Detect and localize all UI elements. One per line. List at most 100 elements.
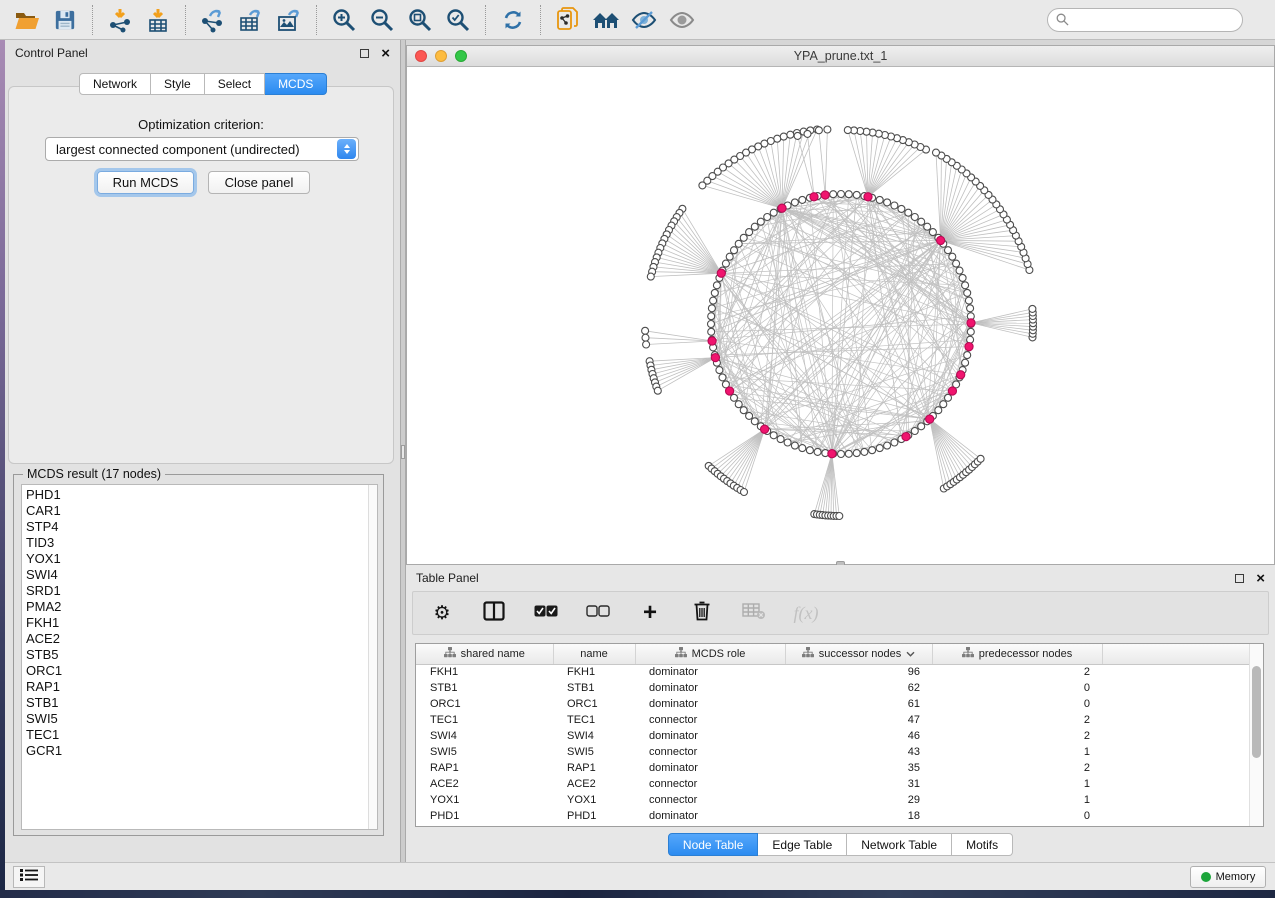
float-panel-icon[interactable] <box>360 49 369 58</box>
table-cell[interactable]: ORC1 <box>416 696 553 712</box>
table-row[interactable]: STB1STB1dominator620 <box>416 680 1251 696</box>
table-row[interactable]: ORC1ORC1dominator610 <box>416 696 1251 712</box>
run-mcds-button[interactable]: Run MCDS <box>97 171 194 194</box>
refresh-button[interactable] <box>494 5 532 35</box>
table-cell[interactable] <box>1102 696 1251 712</box>
table-scrollbar-thumb[interactable] <box>1252 666 1261 758</box>
task-history-button[interactable] <box>13 866 45 888</box>
table-cell[interactable]: ACE2 <box>553 776 635 792</box>
table-cell[interactable]: 35 <box>785 760 932 776</box>
mcds-result-item[interactable]: STB1 <box>26 695 368 711</box>
table-row[interactable]: SWI4SWI4dominator462 <box>416 728 1251 744</box>
save-session-button[interactable] <box>46 5 84 35</box>
delete-columns-button[interactable] <box>689 600 715 626</box>
table-cell[interactable]: 1 <box>932 792 1102 808</box>
mcds-result-item[interactable]: PHD1 <box>26 487 368 503</box>
table-cell[interactable]: SWI5 <box>553 744 635 760</box>
table-cell[interactable]: TEC1 <box>553 712 635 728</box>
select-all-rows-button[interactable] <box>533 600 559 626</box>
open-file-button[interactable] <box>8 5 46 35</box>
table-cell[interactable]: SWI4 <box>553 728 635 744</box>
mcds-result-item[interactable]: TEC1 <box>26 727 368 743</box>
table-cell[interactable]: 2 <box>932 728 1102 744</box>
table-cell[interactable]: 18 <box>785 808 932 824</box>
table-cell[interactable]: PHD1 <box>553 808 635 824</box>
close-panel-button[interactable]: Close panel <box>208 171 310 194</box>
table-cell[interactable]: 29 <box>785 792 932 808</box>
table-cell[interactable]: connector <box>635 712 785 728</box>
table-cell[interactable]: 0 <box>932 808 1102 824</box>
close-panel-icon[interactable]: × <box>381 46 390 61</box>
table-cell[interactable] <box>1102 728 1251 744</box>
table-cell[interactable]: 0 <box>932 680 1102 696</box>
table-cell[interactable] <box>1102 744 1251 760</box>
table-row[interactable]: TEC1TEC1connector472 <box>416 712 1251 728</box>
mcds-result-item[interactable]: STP4 <box>26 519 368 535</box>
table-cell[interactable]: SWI4 <box>416 728 553 744</box>
table-scrollbar[interactable] <box>1249 644 1263 826</box>
deselect-all-rows-button[interactable] <box>585 600 611 626</box>
tab-node-table[interactable]: Node Table <box>668 833 759 856</box>
search-input[interactable] <box>1075 13 1234 27</box>
import-table-button[interactable] <box>139 5 177 35</box>
criterion-dropdown[interactable]: largest connected component (undirected) <box>45 137 359 161</box>
zoom-in-button[interactable] <box>325 5 363 35</box>
zoom-fit-button[interactable] <box>401 5 439 35</box>
table-row[interactable]: RAP1RAP1dominator352 <box>416 760 1251 776</box>
tab-mcds[interactable]: MCDS <box>265 73 327 95</box>
table-cell[interactable]: TEC1 <box>416 712 553 728</box>
mcds-result-item[interactable]: SWI4 <box>26 567 368 583</box>
tab-motifs[interactable]: Motifs <box>952 833 1013 856</box>
table-cell[interactable]: dominator <box>635 808 785 824</box>
table-cell[interactable]: 43 <box>785 744 932 760</box>
export-table-button[interactable] <box>232 5 270 35</box>
add-column-button[interactable]: + <box>637 600 663 626</box>
table-cell[interactable]: PHD1 <box>416 808 553 824</box>
table-cell[interactable]: dominator <box>635 696 785 712</box>
table-cell[interactable]: YOX1 <box>553 792 635 808</box>
column-header-predecessor-nodes[interactable]: predecessor nodes <box>932 644 1102 664</box>
mcds-result-item[interactable]: CAR1 <box>26 503 368 519</box>
table-cell[interactable]: STB1 <box>553 680 635 696</box>
memory-button[interactable]: Memory <box>1190 866 1266 888</box>
table-cell[interactable]: 2 <box>932 760 1102 776</box>
table-cell[interactable]: 96 <box>785 664 932 680</box>
column-header-successor-nodes[interactable]: successor nodes <box>785 644 932 664</box>
show-columns-button[interactable] <box>481 600 507 626</box>
tab-edge-table[interactable]: Edge Table <box>758 833 847 856</box>
mcds-result-item[interactable]: PMA2 <box>26 599 368 615</box>
close-panel-icon[interactable]: × <box>1256 571 1265 586</box>
show-all-button[interactable] <box>663 5 701 35</box>
tab-style[interactable]: Style <box>151 73 205 95</box>
table-cell[interactable]: dominator <box>635 664 785 680</box>
export-image-button[interactable] <box>270 5 308 35</box>
table-cell[interactable]: FKH1 <box>416 664 553 680</box>
mcds-result-item[interactable]: TID3 <box>26 535 368 551</box>
table-cell[interactable]: 1 <box>932 776 1102 792</box>
column-header-shared-name[interactable]: shared name <box>416 644 553 664</box>
table-cell[interactable]: 0 <box>932 696 1102 712</box>
network-snapshot-button[interactable] <box>549 5 587 35</box>
zoom-selected-button[interactable] <box>439 5 477 35</box>
mcds-result-item[interactable]: ORC1 <box>26 663 368 679</box>
mcds-result-item[interactable]: ACE2 <box>26 631 368 647</box>
mcds-result-item[interactable]: SWI5 <box>26 711 368 727</box>
tab-select[interactable]: Select <box>205 73 265 95</box>
column-header-name[interactable]: name <box>553 644 635 664</box>
zoom-out-button[interactable] <box>363 5 401 35</box>
table-cell[interactable] <box>1102 792 1251 808</box>
table-cell[interactable]: ORC1 <box>553 696 635 712</box>
table-cell[interactable]: dominator <box>635 728 785 744</box>
hide-selected-button[interactable] <box>625 5 663 35</box>
table-cell[interactable]: 47 <box>785 712 932 728</box>
mcds-result-item[interactable]: GCR1 <box>26 743 368 759</box>
column-header-MCDS-role[interactable]: MCDS role <box>635 644 785 664</box>
table-row[interactable]: PHD1PHD1dominator180 <box>416 808 1251 824</box>
table-cell[interactable]: STB1 <box>416 680 553 696</box>
table-cell[interactable]: connector <box>635 744 785 760</box>
table-cell[interactable] <box>1102 760 1251 776</box>
export-network-button[interactable] <box>194 5 232 35</box>
table-cell[interactable]: 61 <box>785 696 932 712</box>
table-cell[interactable]: RAP1 <box>416 760 553 776</box>
table-row[interactable]: FKH1FKH1dominator962 <box>416 664 1251 680</box>
